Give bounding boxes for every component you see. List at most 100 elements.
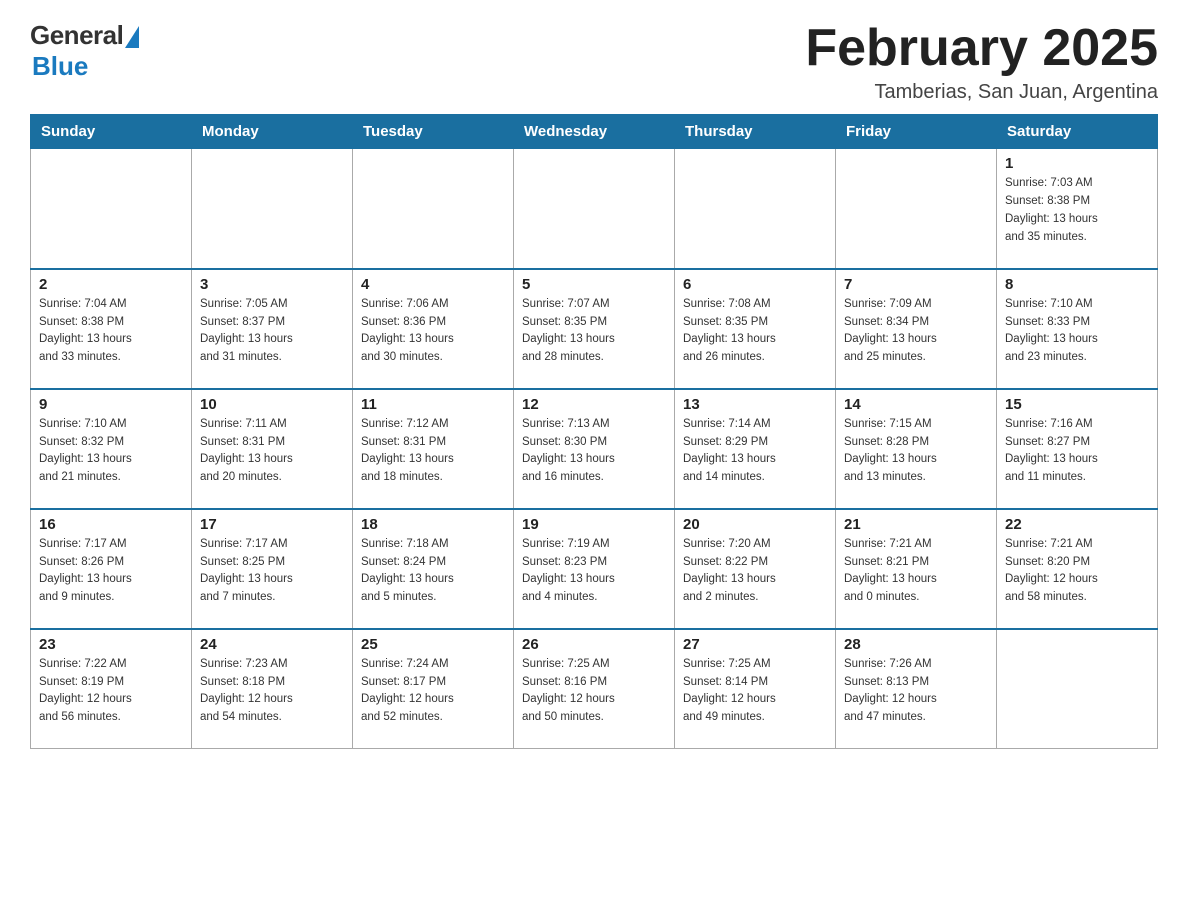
weekday-header: Sunday bbox=[31, 115, 192, 149]
logo-general-text: General bbox=[30, 20, 123, 51]
calendar-cell: 10 Sunrise: 7:11 AM Sunset: 8:31 PM Dayli… bbox=[192, 389, 353, 509]
day-number: 13 bbox=[683, 396, 827, 413]
calendar-cell bbox=[31, 149, 192, 269]
day-info: Sunrise: 7:08 AM Sunset: 8:35 PM Dayligh… bbox=[683, 296, 827, 367]
day-info: Sunrise: 7:15 AM Sunset: 8:28 PM Dayligh… bbox=[844, 416, 988, 487]
calendar-cell: 17 Sunrise: 7:17 AM Sunset: 8:25 PM Dayli… bbox=[192, 509, 353, 629]
day-info: Sunrise: 7:11 AM Sunset: 8:31 PM Dayligh… bbox=[200, 416, 344, 487]
calendar-week-row: 1 Sunrise: 7:03 AM Sunset: 8:38 PM Daylig… bbox=[31, 149, 1158, 269]
day-number: 10 bbox=[200, 396, 344, 413]
day-number: 21 bbox=[844, 516, 988, 533]
day-info: Sunrise: 7:17 AM Sunset: 8:26 PM Dayligh… bbox=[39, 536, 183, 607]
logo: General Blue bbox=[30, 20, 139, 82]
day-number: 25 bbox=[361, 636, 505, 653]
calendar-cell: 22 Sunrise: 7:21 AM Sunset: 8:20 PM Dayli… bbox=[997, 509, 1158, 629]
day-info: Sunrise: 7:21 AM Sunset: 8:20 PM Dayligh… bbox=[1005, 536, 1149, 607]
day-number: 11 bbox=[361, 396, 505, 413]
day-number: 24 bbox=[200, 636, 344, 653]
day-number: 9 bbox=[39, 396, 183, 413]
calendar-cell: 25 Sunrise: 7:24 AM Sunset: 8:17 PM Dayli… bbox=[353, 629, 514, 749]
day-info: Sunrise: 7:12 AM Sunset: 8:31 PM Dayligh… bbox=[361, 416, 505, 487]
day-info: Sunrise: 7:26 AM Sunset: 8:13 PM Dayligh… bbox=[844, 656, 988, 727]
calendar-cell: 9 Sunrise: 7:10 AM Sunset: 8:32 PM Daylig… bbox=[31, 389, 192, 509]
day-number: 16 bbox=[39, 516, 183, 533]
calendar-cell: 13 Sunrise: 7:14 AM Sunset: 8:29 PM Dayli… bbox=[675, 389, 836, 509]
calendar-cell bbox=[675, 149, 836, 269]
calendar-cell: 5 Sunrise: 7:07 AM Sunset: 8:35 PM Daylig… bbox=[514, 269, 675, 389]
calendar-cell: 7 Sunrise: 7:09 AM Sunset: 8:34 PM Daylig… bbox=[836, 269, 997, 389]
day-info: Sunrise: 7:24 AM Sunset: 8:17 PM Dayligh… bbox=[361, 656, 505, 727]
day-info: Sunrise: 7:03 AM Sunset: 8:38 PM Dayligh… bbox=[1005, 175, 1149, 246]
calendar-header-row: SundayMondayTuesdayWednesdayThursdayFrid… bbox=[31, 115, 1158, 149]
weekday-header: Wednesday bbox=[514, 115, 675, 149]
calendar-table: SundayMondayTuesdayWednesdayThursdayFrid… bbox=[30, 114, 1158, 749]
location-text: Tamberias, San Juan, Argentina bbox=[805, 81, 1158, 104]
day-number: 15 bbox=[1005, 396, 1149, 413]
day-info: Sunrise: 7:25 AM Sunset: 8:14 PM Dayligh… bbox=[683, 656, 827, 727]
day-number: 3 bbox=[200, 276, 344, 293]
day-number: 20 bbox=[683, 516, 827, 533]
day-info: Sunrise: 7:20 AM Sunset: 8:22 PM Dayligh… bbox=[683, 536, 827, 607]
calendar-week-row: 2 Sunrise: 7:04 AM Sunset: 8:38 PM Daylig… bbox=[31, 269, 1158, 389]
day-info: Sunrise: 7:10 AM Sunset: 8:32 PM Dayligh… bbox=[39, 416, 183, 487]
calendar-cell: 23 Sunrise: 7:22 AM Sunset: 8:19 PM Dayli… bbox=[31, 629, 192, 749]
day-number: 12 bbox=[522, 396, 666, 413]
calendar-cell bbox=[514, 149, 675, 269]
calendar-cell: 12 Sunrise: 7:13 AM Sunset: 8:30 PM Dayli… bbox=[514, 389, 675, 509]
calendar-cell: 15 Sunrise: 7:16 AM Sunset: 8:27 PM Dayli… bbox=[997, 389, 1158, 509]
day-info: Sunrise: 7:10 AM Sunset: 8:33 PM Dayligh… bbox=[1005, 296, 1149, 367]
calendar-cell: 18Sunrise: 7:18 AM Sunset: 8:24 PM Dayli… bbox=[353, 509, 514, 629]
day-info: Sunrise: 7:09 AM Sunset: 8:34 PM Dayligh… bbox=[844, 296, 988, 367]
weekday-header: Saturday bbox=[997, 115, 1158, 149]
day-info: Sunrise: 7:21 AM Sunset: 8:21 PM Dayligh… bbox=[844, 536, 988, 607]
day-number: 7 bbox=[844, 276, 988, 293]
day-info: Sunrise: 7:05 AM Sunset: 8:37 PM Dayligh… bbox=[200, 296, 344, 367]
weekday-header: Thursday bbox=[675, 115, 836, 149]
weekday-header: Friday bbox=[836, 115, 997, 149]
day-number: 4 bbox=[361, 276, 505, 293]
day-number: 17 bbox=[200, 516, 344, 533]
calendar-cell bbox=[192, 149, 353, 269]
day-number: 5 bbox=[522, 276, 666, 293]
calendar-week-row: 9 Sunrise: 7:10 AM Sunset: 8:32 PM Daylig… bbox=[31, 389, 1158, 509]
calendar-cell: 1 Sunrise: 7:03 AM Sunset: 8:38 PM Daylig… bbox=[997, 149, 1158, 269]
day-info: Sunrise: 7:13 AM Sunset: 8:30 PM Dayligh… bbox=[522, 416, 666, 487]
calendar-week-row: 23 Sunrise: 7:22 AM Sunset: 8:19 PM Dayli… bbox=[31, 629, 1158, 749]
day-info: Sunrise: 7:16 AM Sunset: 8:27 PM Dayligh… bbox=[1005, 416, 1149, 487]
day-number: 23 bbox=[39, 636, 183, 653]
day-number: 6 bbox=[683, 276, 827, 293]
calendar-cell: 11 Sunrise: 7:12 AM Sunset: 8:31 PM Dayli… bbox=[353, 389, 514, 509]
day-number: 28 bbox=[844, 636, 988, 653]
calendar-cell: 3 Sunrise: 7:05 AM Sunset: 8:37 PM Daylig… bbox=[192, 269, 353, 389]
day-number: 1 bbox=[1005, 155, 1149, 172]
day-info: Sunrise: 7:07 AM Sunset: 8:35 PM Dayligh… bbox=[522, 296, 666, 367]
day-info: Sunrise: 7:06 AM Sunset: 8:36 PM Dayligh… bbox=[361, 296, 505, 367]
day-info: Sunrise: 7:22 AM Sunset: 8:19 PM Dayligh… bbox=[39, 656, 183, 727]
day-info: Sunrise: 7:23 AM Sunset: 8:18 PM Dayligh… bbox=[200, 656, 344, 727]
calendar-cell: 27Sunrise: 7:25 AM Sunset: 8:14 PM Dayli… bbox=[675, 629, 836, 749]
day-number: 18 bbox=[361, 516, 505, 533]
day-info: Sunrise: 7:04 AM Sunset: 8:38 PM Dayligh… bbox=[39, 296, 183, 367]
logo-triangle-icon bbox=[125, 26, 139, 48]
calendar-cell: 21 Sunrise: 7:21 AM Sunset: 8:21 PM Dayli… bbox=[836, 509, 997, 629]
day-info: Sunrise: 7:14 AM Sunset: 8:29 PM Dayligh… bbox=[683, 416, 827, 487]
day-number: 22 bbox=[1005, 516, 1149, 533]
day-number: 19 bbox=[522, 516, 666, 533]
calendar-week-row: 16 Sunrise: 7:17 AM Sunset: 8:26 PM Dayli… bbox=[31, 509, 1158, 629]
calendar-cell: 26Sunrise: 7:25 AM Sunset: 8:16 PM Dayli… bbox=[514, 629, 675, 749]
title-area: February 2025 Tamberias, San Juan, Argen… bbox=[805, 20, 1158, 104]
calendar-cell: 8Sunrise: 7:10 AM Sunset: 8:33 PM Daylig… bbox=[997, 269, 1158, 389]
calendar-cell: 20 Sunrise: 7:20 AM Sunset: 8:22 PM Dayli… bbox=[675, 509, 836, 629]
calendar-cell: 19Sunrise: 7:19 AM Sunset: 8:23 PM Dayli… bbox=[514, 509, 675, 629]
calendar-cell: 28 Sunrise: 7:26 AM Sunset: 8:13 PM Dayli… bbox=[836, 629, 997, 749]
calendar-cell bbox=[353, 149, 514, 269]
calendar-cell: 2 Sunrise: 7:04 AM Sunset: 8:38 PM Daylig… bbox=[31, 269, 192, 389]
calendar-cell: 24 Sunrise: 7:23 AM Sunset: 8:18 PM Dayli… bbox=[192, 629, 353, 749]
day-number: 14 bbox=[844, 396, 988, 413]
day-info: Sunrise: 7:17 AM Sunset: 8:25 PM Dayligh… bbox=[200, 536, 344, 607]
page-header: General Blue February 2025 Tamberias, Sa… bbox=[30, 20, 1158, 104]
calendar-cell: 4 Sunrise: 7:06 AM Sunset: 8:36 PM Daylig… bbox=[353, 269, 514, 389]
day-number: 2 bbox=[39, 276, 183, 293]
calendar-cell: 16 Sunrise: 7:17 AM Sunset: 8:26 PM Dayli… bbox=[31, 509, 192, 629]
logo-blue-text: Blue bbox=[32, 51, 88, 82]
